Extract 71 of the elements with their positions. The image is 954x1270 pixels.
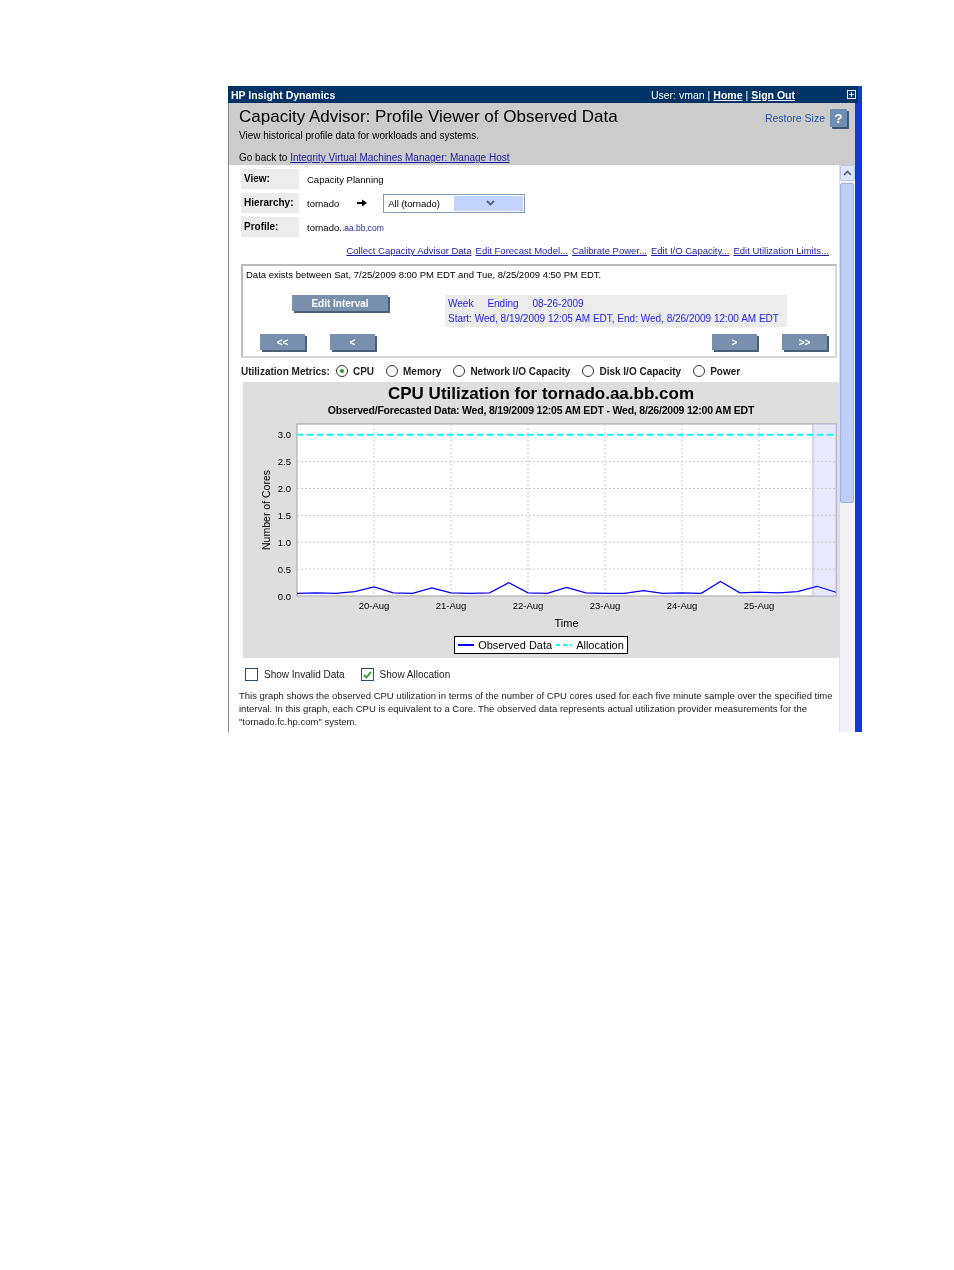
ending-label: Ending [487, 298, 519, 309]
scrollbar[interactable] [839, 165, 854, 732]
y-tick-label: 3.0 [277, 429, 291, 441]
property-label: View: [241, 169, 299, 189]
radio-label: Network I/O Capacity [470, 365, 571, 377]
y-tick-label: 0.0 [277, 590, 291, 602]
separator: | [707, 88, 711, 101]
radio-label: Memory [403, 365, 442, 377]
metrics-label: Utilization Metrics: [241, 365, 330, 377]
radio-label: CPU [352, 365, 375, 377]
ending-date: 08-26-2009 [532, 298, 584, 309]
radio-button[interactable] [693, 365, 706, 377]
page-title: Capacity Advisor: Profile Viewer of Observed Data [239, 107, 618, 127]
property-value: tornado [307, 197, 340, 209]
radio-button[interactable] [335, 365, 348, 377]
period-label: Week [448, 298, 474, 309]
scroll-thumb[interactable] [840, 183, 854, 503]
action-link[interactable]: Edit I/O Capacity... [650, 245, 730, 256]
x-tick-label: 20-Aug [358, 600, 390, 611]
action-link[interactable]: Collect Capacity Advisor Data [346, 245, 472, 256]
checkbox-label: Show Allocation [379, 669, 451, 680]
y-tick-label: 1.0 [277, 536, 291, 548]
chart-description: This graph shows the observed CPU utilization in terms of the number of CPU cores used for each five minute sample over the specified time interval. In this graph, each CPU is equivalent to a Core. The observed data represents actual utilization provider measurements for the "tornado.fc.hp.com" system. [239, 689, 834, 728]
radio-button[interactable] [453, 365, 466, 377]
radio-label: Disk I/O Capacity [599, 365, 682, 377]
action-link[interactable]: Calibrate Power... [571, 245, 647, 256]
x-tick-label: 21-Aug [435, 600, 467, 611]
legend-line-icon [556, 643, 573, 647]
checkbox[interactable] [245, 668, 258, 681]
radio-button[interactable] [386, 365, 399, 377]
property-label: Hierarchy: [241, 193, 299, 213]
data-range-text: Data exists between Sat, 7/25/2009 8:00 PM EDT and Tue, 8/25/2009 4:50 PM EDT. [246, 269, 602, 280]
chevron-down-icon [486, 200, 495, 206]
radio-button[interactable] [582, 365, 595, 377]
property-label: Profile: [241, 217, 299, 237]
hierarchy-dropdown[interactable]: All (tornado) [383, 193, 526, 213]
back-link[interactable]: Integrity Virtual Machines Manager: Manage Host [290, 152, 510, 163]
nav-link[interactable]: Sign Out [751, 88, 795, 101]
back-label: Go back to [239, 152, 288, 163]
y-tick-label: 0.5 [277, 563, 291, 575]
property-value: Capacity Planning [307, 173, 384, 185]
y-tick-label: 2.0 [277, 483, 291, 494]
maximize-icon[interactable] [847, 90, 856, 99]
chart-subtitle: Observed/Forecasted Data: Wed, 8/19/2009 12:05 AM EDT - Wed, 8/26/2009 12:00 AM EDT [326, 404, 756, 418]
legend-line-icon [458, 643, 475, 647]
checkbox[interactable] [360, 668, 374, 681]
separator: | [745, 88, 749, 101]
scroll-up-icon[interactable] [839, 165, 855, 181]
x-tick-label: 24-Aug [666, 600, 698, 611]
restore-size-link[interactable]: Restore Size [764, 112, 825, 124]
page-subtitle: View historical profile data for workloads and systems. [239, 130, 480, 141]
checkbox-label: Show Invalid Data [264, 669, 345, 680]
action-link[interactable]: Edit Utilization Limits... [733, 245, 829, 256]
right-arrow-icon [357, 199, 368, 207]
y-tick-label: 2.5 [277, 456, 291, 468]
radio-label: Power [710, 365, 741, 377]
property-value: tornado..aa.bb.com [307, 221, 384, 233]
interval-range: Start: Wed, 8/19/2009 12:05 AM EDT, End: Wed, 8/26/2009 12:00 AM EDT [448, 313, 779, 324]
action-link[interactable]: Edit Forecast Model... [475, 245, 568, 256]
x-tick-label: 23-Aug [589, 600, 621, 611]
x-axis-label: Time [554, 617, 579, 629]
x-tick-label: 25-Aug [743, 600, 775, 611]
y-tick-label: 1.5 [277, 509, 291, 521]
x-tick-label: 22-Aug [512, 600, 544, 611]
chart-title: CPU Utilization for tornado.aa.bb.com [387, 383, 695, 404]
y-axis-label: Number of Cores [260, 470, 272, 550]
nav-link[interactable]: Home [713, 88, 743, 101]
legend-label: Allocation [576, 639, 624, 651]
app-name: HP Insight Dynamics [231, 88, 337, 101]
user-label: User: vman [650, 88, 705, 101]
legend-label: Observed Data [478, 639, 553, 651]
